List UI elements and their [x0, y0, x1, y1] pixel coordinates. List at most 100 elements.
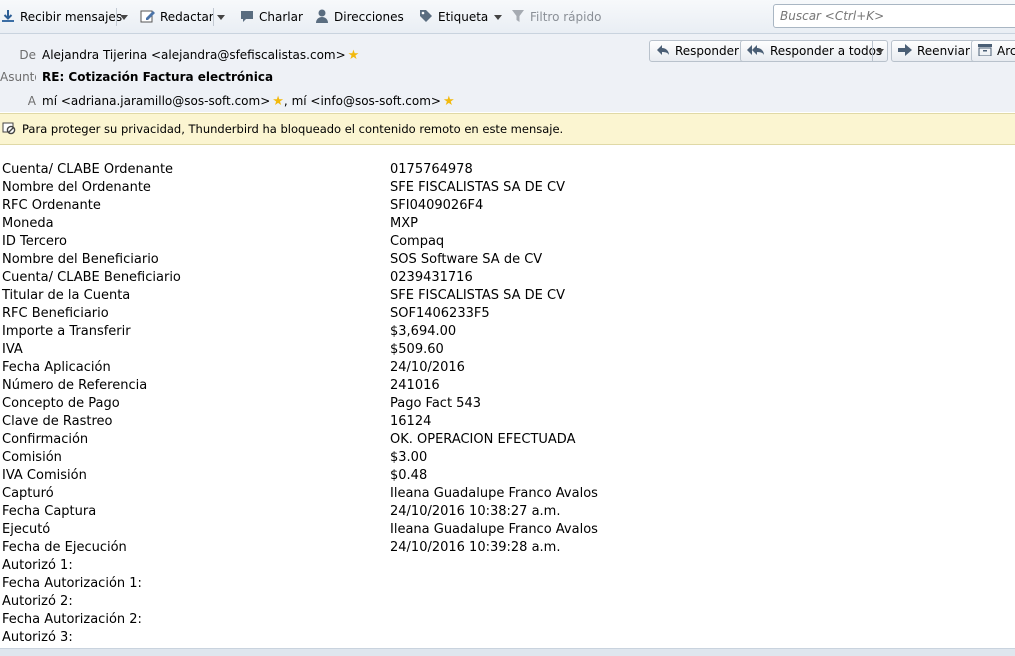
field-label: Fecha de Ejecución [2, 540, 127, 555]
field-label: Concepto de Pago [2, 396, 120, 411]
message-body: Cuenta/ CLABE Ordenante 0175764978 Nombre … [0, 162, 1015, 648]
body-row: RFC Ordenante SFI0409026F4 [0, 198, 1015, 216]
reply-label: Responder [675, 44, 739, 58]
to-value: mí <adriana.jaramillo@sos-soft.com> ★, mí… [42, 94, 455, 109]
tag-icon [418, 8, 434, 27]
field-label: Comisión [2, 450, 62, 465]
field-label: Autorizó 2: [2, 594, 73, 609]
body-row: Fecha Aplicación 24/10/2016 [0, 360, 1015, 378]
field-value: OK. OPERACION EFECTUADA [390, 432, 576, 447]
field-label: Moneda [2, 216, 54, 231]
archive-button[interactable]: Arc [971, 40, 1015, 62]
body-row: Importe a Transferir $3,694.00 [0, 324, 1015, 342]
chevron-down-icon [876, 49, 884, 54]
archive-label: Arc [997, 44, 1015, 58]
field-label: IVA Comisión [2, 468, 87, 483]
field-label: Fecha Autorización 2: [2, 612, 142, 627]
compose-icon [140, 8, 156, 27]
search-placeholder: Buscar <Ctrl+K> [780, 9, 885, 23]
field-value: Compaq [390, 234, 445, 249]
body-row: Nombre del Ordenante SFE FISCALISTAS SA D… [0, 180, 1015, 198]
to-label: A [27, 94, 36, 108]
field-value: $3,694.00 [390, 324, 457, 339]
body-row: Fecha Autorización 2: [0, 612, 1015, 630]
field-value: Ileana Guadalupe Franco Avalos [390, 486, 598, 501]
body-row: Autorizó 1: [0, 558, 1015, 576]
download-icon [0, 8, 16, 27]
reply-all-dropdown[interactable] [872, 41, 887, 61]
tag-button[interactable]: Etiqueta [418, 8, 503, 27]
remote-content-notification: Para proteger su privacidad, Thunderbird… [0, 113, 1015, 145]
field-label: RFC Beneficiario [2, 306, 109, 321]
star-icon[interactable]: ★ [272, 94, 284, 109]
field-value: 0175764978 [390, 162, 473, 177]
from-address[interactable]: Alejandra Tijerina <alejandra@sfefiscali… [42, 48, 346, 62]
field-label: Autorizó 1: [2, 558, 73, 573]
address-book-button[interactable]: Direcciones [314, 8, 404, 26]
field-value: SOF1406233F5 [390, 306, 490, 321]
get-mail-button[interactable]: Recibir mensajes [0, 8, 122, 26]
field-label: Confirmación [2, 432, 89, 447]
chat-label: Charlar [259, 10, 303, 24]
contacts-icon [314, 8, 330, 27]
field-label: RFC Ordenante [2, 198, 101, 213]
body-row: Nombre del Beneficiario SOS Software SA d… [0, 252, 1015, 270]
body-row: Cuenta/ CLABE Beneficiario 0239431716 [0, 270, 1015, 288]
reply-button[interactable]: Responder [649, 40, 746, 62]
body-row: Clave de Rastreo 16124 [0, 414, 1015, 432]
field-value: $0.48 [390, 468, 428, 483]
field-label: Capturó [2, 486, 54, 501]
from-value[interactable]: Alejandra Tijerina <alejandra@sfefiscali… [42, 48, 359, 63]
body-row: ID Tercero Compaq [0, 234, 1015, 252]
to-address-2[interactable]: mí <info@sos-soft.com> [292, 94, 441, 108]
body-row: Cuenta/ CLABE Ordenante 0175764978 [0, 162, 1015, 180]
to-address-1[interactable]: mí <adriana.jaramillo@sos-soft.com> [42, 94, 270, 108]
field-value: SFE FISCALISTAS SA DE CV [390, 180, 565, 195]
field-value: 241016 [390, 378, 440, 393]
chat-button[interactable]: Charlar [239, 8, 303, 26]
chevron-down-icon [494, 14, 503, 20]
forward-label: Reenviar [917, 44, 970, 58]
search-input[interactable]: Buscar <Ctrl+K> [773, 4, 1015, 28]
body-row: RFC Beneficiario SOF1406233F5 [0, 306, 1015, 324]
compose-dropdown[interactable] [213, 8, 226, 26]
blocked-content-icon [2, 121, 16, 138]
forward-button[interactable]: Reenviar [891, 40, 977, 62]
field-label: Número de Referencia [2, 378, 148, 393]
star-icon[interactable]: ★ [443, 94, 455, 109]
body-row: Fecha Autorización 1: [0, 576, 1015, 594]
field-value: $509.60 [390, 342, 444, 357]
reply-all-button[interactable]: Responder a todos [740, 40, 888, 62]
field-label: Ejecutó [2, 522, 51, 537]
field-value: 24/10/2016 10:38:27 a.m. [390, 504, 561, 519]
address-book-label: Direcciones [334, 10, 404, 24]
quick-filter-button[interactable]: Filtro rápido [510, 8, 601, 26]
body-row: Ejecutó Ileana Guadalupe Franco Avalos [0, 522, 1015, 540]
reply-all-icon [747, 44, 765, 59]
message-header: De Alejandra Tijerina <alejandra@sfefisc… [0, 34, 1015, 112]
star-icon[interactable]: ★ [348, 48, 360, 63]
body-row: Concepto de Pago Pago Fact 543 [0, 396, 1015, 414]
notification-text: Para proteger su privacidad, Thunderbird… [22, 122, 564, 136]
main-toolbar: Recibir mensajes Redactar Charlar Direcc… [0, 0, 1015, 34]
field-label: Fecha Aplicación [2, 360, 111, 375]
field-label: Cuenta/ CLABE Ordenante [2, 162, 174, 177]
from-label: De [19, 48, 36, 62]
compose-label: Redactar [160, 10, 214, 24]
field-value: SOS Software SA de CV [390, 252, 543, 267]
archive-icon [978, 43, 992, 59]
compose-button[interactable]: Redactar [140, 8, 214, 26]
get-mail-dropdown[interactable] [116, 8, 129, 26]
filter-icon [510, 8, 526, 27]
body-row: Capturó Ileana Guadalupe Franco Avalos [0, 486, 1015, 504]
subject-label: Asunto [0, 70, 36, 84]
field-value: 24/10/2016 [390, 360, 465, 375]
field-label: Fecha Autorización 1: [2, 576, 142, 591]
field-value: SFE FISCALISTAS SA DE CV [390, 288, 565, 303]
field-value: 16124 [390, 414, 432, 429]
field-value: Ileana Guadalupe Franco Avalos [390, 522, 598, 537]
field-label: Autorizó 3: [2, 630, 73, 645]
field-label: Fecha Captura [2, 504, 97, 519]
subject-value: RE: Cotización Factura electrónica [42, 70, 274, 84]
body-row: Confirmación OK. OPERACION EFECTUADA [0, 432, 1015, 450]
